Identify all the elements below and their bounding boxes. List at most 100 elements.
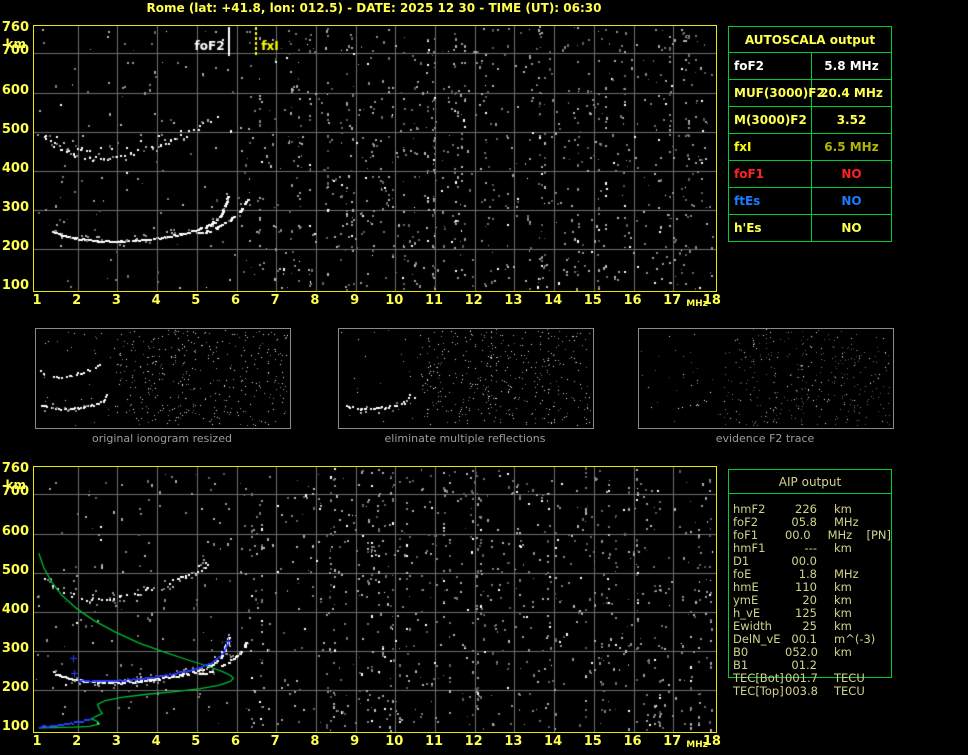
thumbnail-original-ionogram [35,328,291,429]
thumbnail-evidence-f2 [638,328,894,429]
top-x-tick-label: 4 [151,293,161,308]
bottom-x-axis-unit: MHz [686,740,708,750]
autoscala-param-value: NO [841,194,862,208]
top-x-tick-label: 7 [270,293,280,308]
top-y-tick-label: 500 [1,121,29,137]
top-y-tick-label: 760 [1,20,29,35]
top-x-tick-label: 2 [72,293,82,308]
aip-param-extra [874,581,876,594]
top-x-tick-label: 6 [230,293,241,308]
autoscala-row-m3000f2: M(3000)F2 3.52 [729,106,891,133]
top-x-tick-label: 11 [424,293,444,308]
thumbnail-evidence-canvas [639,329,891,426]
thumbnail-eliminate-reflections [338,328,594,429]
bottom-y-axis-unit: km [5,478,26,492]
top-y-axis-unit: km [5,37,26,51]
top-x-tick-label: 13 [504,293,523,308]
thumbnail-original-canvas [36,329,288,426]
bottom-x-tick-label: 1 [32,734,42,749]
bottom-y-tick-label: 300 [1,640,29,656]
bottom-x-tick-label: 4 [151,734,161,749]
bottom-y-tick-label: 760 [1,461,29,476]
autoscala-row-hes: h'Es NO [729,214,891,241]
autoscala-param-label: fxI [729,134,812,160]
top-y-tick-label: 200 [1,238,29,254]
autoscala-param-label: h'Es [729,215,812,241]
bottom-ionogram-plot [33,466,717,733]
top-x-tick-label: 16 [623,293,642,308]
aip-table-header: AIP output [729,470,891,494]
aip-param-extra [874,542,876,555]
aip-table-rows: hmF2 226 km foF2 05.8 MHz foF1 00.0 MHz [PN] hmF1-… [729,503,891,698]
aip-param-extra [874,607,876,620]
autoscala-row-fof1: foF1 NO [729,160,891,187]
top-ionogram-plot [33,25,717,292]
bottom-x-tick-label: 9 [350,734,360,749]
bottom-x-tick-label: 17 [663,734,682,749]
bottom-x-tick-label: 10 [385,734,404,749]
top-x-tick-label: 10 [385,293,404,308]
autoscala-row-ftes: ftEs NO [729,187,891,214]
station-title: Rome (lat: +41.8, lon: 012.5) - DATE: 20… [146,1,602,15]
aip-param-extra [874,685,876,698]
bottom-x-tick-label: 5 [191,734,201,749]
aip-param-extra [874,659,876,672]
bottom-x-tick-label: 15 [583,734,602,749]
bottom-x-tick-label: 8 [310,734,320,749]
top-x-tick-label: 5 [191,293,201,308]
autoscala-param-label: M(3000)F2 [729,107,812,133]
autoscala-param-value: 5.8 MHz [824,59,879,73]
bottom-y-tick-label: 600 [1,523,29,539]
thumbnail-original-caption: original ionogram resized [92,432,232,445]
top-x-tick-label: 12 [464,293,483,308]
aip-param-unit: km [834,541,852,555]
aip-param-unit: TECU [834,684,865,698]
top-x-tick-label: 1 [32,293,42,308]
autoscala-table: AUTOSCALA output foF2 5.8 MHz MUF(3000)F2 2… [728,26,892,242]
autoscala-param-value: 6.5 MHz [824,140,879,154]
bottom-x-tick-label: 3 [111,734,121,749]
bottom-x-tick-label: 13 [504,734,523,749]
thumbnail-eliminate-canvas [339,329,591,426]
autoscala-param-value: 20.4 MHz [820,86,883,100]
aip-param-value: 003.8 [785,684,818,698]
bottom-x-tick-label: 7 [270,734,280,749]
bottom-x-tick-label: 11 [424,734,444,749]
autoscala-param-label: ftEs [729,188,812,214]
thumbnail-eliminate-caption: eliminate multiple reflections [384,432,546,445]
autoscala-row-muf3000f2: MUF(3000)F2 20.4 MHz [729,79,891,106]
autoscala-param-label: foF1 [729,161,812,187]
autoscala-table-rows: foF2 5.8 MHz MUF(3000)F2 20.4 MHz M(3000)F2 3… [729,52,891,241]
aip-param-extra [874,633,876,646]
aip-table: AIP output hmF2 226 km foF2 05.8 MHz foF1 00.0 M… [728,469,892,698]
bottom-y-tick-label: 400 [1,601,29,617]
top-x-tick-label: 15 [583,293,602,308]
bottom-y-tick-label: 500 [1,562,29,578]
top-x-tick-label: 14 [544,293,563,308]
autoscala-param-label: foF2 [729,53,812,79]
top-y-tick-label: 100 [1,278,29,294]
thumbnail-evidence-caption: evidence F2 trace [715,432,815,445]
autoscala-param-value: 3.52 [836,113,867,127]
aip-param-extra: [PN] [866,528,892,542]
aip-param-extra [874,555,876,568]
autoscala-screen: Rome (lat: +41.8, lon: 012.5) - DATE: 20… [0,0,968,755]
bottom-x-tick-label: 2 [72,734,82,749]
top-x-tick-label: 3 [111,293,121,308]
bottom-y-tick-label: 200 [1,679,29,695]
top-x-tick-label: 8 [310,293,320,308]
autoscala-row-fxi: fxI 6.5 MHz [729,133,891,160]
top-y-tick-label: 400 [1,160,29,176]
autoscala-row-fof2: foF2 5.8 MHz [729,52,891,79]
aip-param-extra [874,568,876,581]
top-y-tick-label: 600 [1,82,29,98]
aip-param-extra [874,503,876,516]
aip-param-label: TEC[Top] [733,684,784,698]
autoscala-param-value: NO [841,167,862,181]
aip-row-tectop: TEC[Top] 003.8 TECU [729,685,891,698]
top-ionogram-canvas [34,26,716,291]
top-x-tick-label: 9 [350,293,360,308]
autoscala-param-value: NO [841,221,862,235]
aip-param-extra [874,594,876,607]
bottom-x-tick-label: 14 [544,734,563,749]
